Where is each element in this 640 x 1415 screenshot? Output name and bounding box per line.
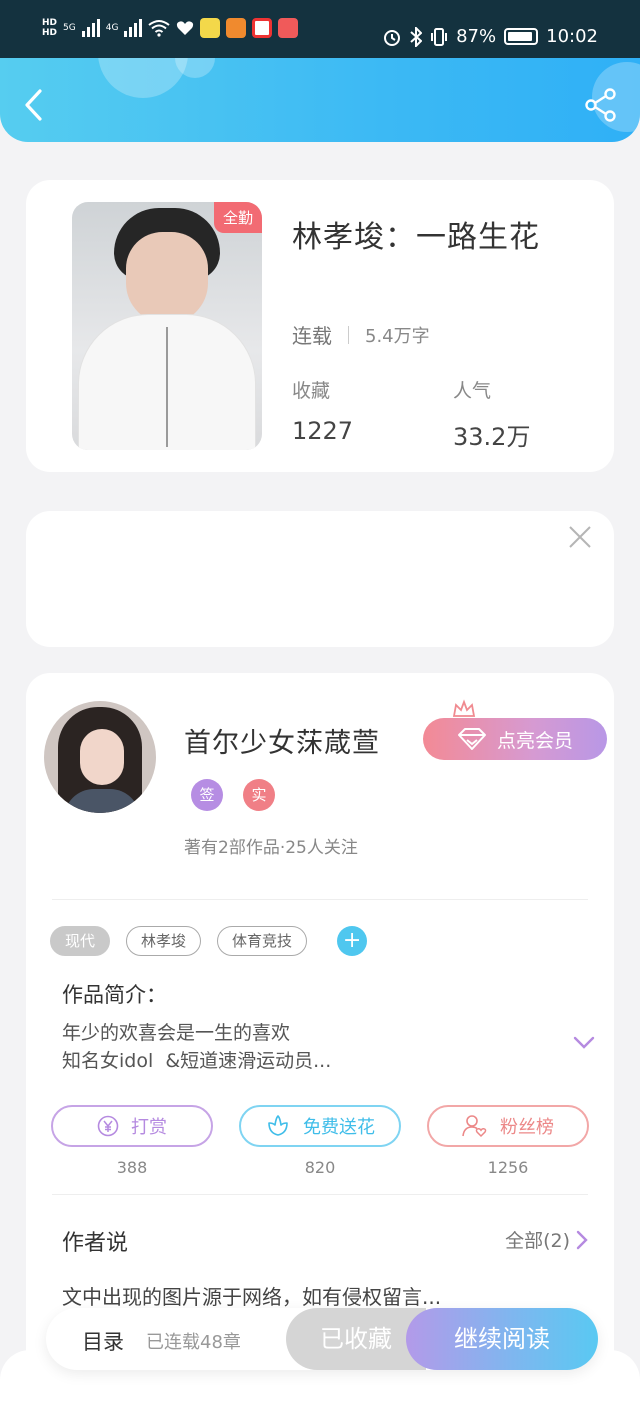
author-says-text[interactable]: 文中出现的图片源于网络，如有侵权留言...	[62, 1281, 441, 1310]
tag-list: 现代 林孝埈 体育竞技 +	[50, 926, 368, 956]
bottom-action-bar: 目录 已连载48章 已收藏 继续阅读	[46, 1308, 598, 1370]
author-says-all-link[interactable]: 全部(2)	[505, 1226, 588, 1253]
network-4g-label: 4G	[105, 23, 119, 33]
app-icon-red	[278, 18, 299, 38]
chapter-count: 已连载48章	[146, 1332, 241, 1353]
signal-icon	[81, 19, 100, 37]
vibrate-icon	[431, 27, 448, 46]
wifi-icon	[148, 20, 171, 37]
author-name[interactable]: 首尔少女莯葴萱	[184, 721, 380, 760]
intro-title: 作品简介：	[62, 983, 167, 1007]
signal-icon-2	[124, 19, 143, 37]
popularity-stat: 人气 33.2万	[453, 380, 531, 451]
decor-bubble	[98, 58, 188, 98]
serial-status: 连载	[292, 324, 332, 348]
close-icon[interactable]	[568, 525, 592, 549]
reward-count: 388	[116, 1158, 148, 1177]
share-icon[interactable]	[584, 88, 618, 122]
health-icon	[177, 21, 194, 35]
chevron-down-icon[interactable]	[572, 1035, 596, 1051]
toc-button[interactable]: 目录	[82, 1326, 124, 1356]
flower-icon	[268, 1115, 288, 1136]
book-cover[interactable]: 全勤	[72, 202, 262, 450]
app-icon-yellow	[200, 18, 221, 38]
divider	[52, 1194, 588, 1195]
author-meta: 著有2部作品·25人关注	[184, 838, 358, 858]
hd-indicator: HD HD	[42, 18, 58, 38]
weibo-icon	[252, 18, 273, 38]
alarm-icon	[384, 29, 401, 46]
vip-button[interactable]: 点亮会员	[423, 718, 607, 760]
free-flower-button[interactable]: 免费送花	[239, 1105, 401, 1147]
book-status-row: 连载 5.4万字	[292, 320, 430, 349]
diamond-icon	[457, 728, 486, 750]
verified-badge: 实	[243, 779, 275, 811]
battery-icon	[504, 28, 539, 45]
collect-stat: 收藏 1227	[292, 380, 354, 445]
signed-badge: 签	[191, 779, 223, 811]
fans-ranking-button[interactable]: 粉丝榜	[427, 1105, 589, 1147]
tag-item[interactable]: 现代	[50, 926, 111, 956]
word-count: 5.4万字	[365, 325, 430, 347]
book-title: 林孝埈：一路生花	[292, 220, 540, 255]
reward-button[interactable]: 打赏	[51, 1105, 213, 1147]
add-tag-button[interactable]: +	[337, 926, 368, 956]
continue-reading-button[interactable]: 继续阅读	[406, 1308, 598, 1370]
tag-item[interactable]: 林孝埈	[126, 926, 202, 956]
header-bar	[0, 58, 640, 142]
author-card: 首尔少女莯葴萱 签 实 著有2部作品·25人关注 点亮会员 现代 林孝埈 体育竞…	[26, 673, 614, 1415]
network-5g-label: 5G	[63, 23, 76, 33]
flower-count: 820	[304, 1158, 336, 1177]
crown-icon	[452, 699, 476, 717]
author-says-title: 作者说	[62, 1231, 129, 1256]
status-bar: HD HD 5G 4G 87% 10:02	[0, 0, 640, 58]
full-attendance-badge: 全勤	[213, 202, 262, 233]
yen-icon	[97, 1115, 119, 1137]
user-heart-icon	[462, 1115, 487, 1138]
tag-item[interactable]: 体育竞技	[217, 926, 308, 956]
divider	[52, 899, 588, 900]
bluetooth-icon	[410, 26, 423, 47]
intro-text: 年少的欢喜会是一生的喜欢 知名女idol &短道速滑运动员...	[62, 1022, 332, 1072]
app-icon-orange	[226, 18, 247, 38]
battery-percent: 87%	[456, 26, 497, 47]
divider	[348, 325, 349, 344]
fans-count: 1256	[487, 1158, 529, 1177]
back-icon[interactable]	[20, 88, 50, 122]
book-info-card: 全勤 林孝埈：一路生花 连载 5.4万字 收藏 1227 人气 33.2万	[26, 180, 614, 472]
clock: 10:02	[546, 26, 598, 47]
chevron-right-icon	[576, 1230, 588, 1249]
collected-button[interactable]: 已收藏	[286, 1308, 426, 1370]
author-avatar[interactable]	[44, 701, 156, 813]
ad-placeholder-card	[26, 511, 614, 647]
